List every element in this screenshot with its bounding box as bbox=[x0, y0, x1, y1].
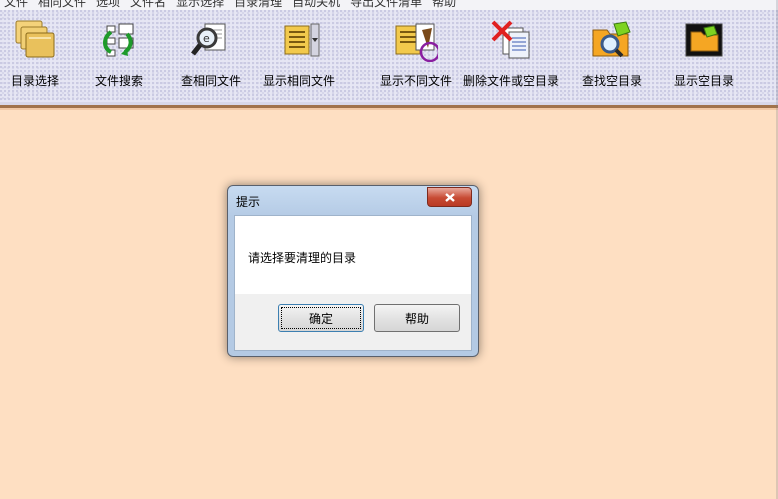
find-same-files-label: 查相同文件 bbox=[180, 74, 241, 88]
directory-select-button[interactable]: 目录选择 bbox=[8, 10, 62, 102]
menu-bar: 文件 相同文件 选项 文件名 显示选择 目录清理 自动关机 导出文件清单 帮助 bbox=[0, 0, 778, 10]
file-search-icon bbox=[103, 23, 134, 57]
svg-text:e: e bbox=[203, 32, 210, 45]
show-different-files-icon bbox=[395, 23, 438, 62]
menu-same-files[interactable]: 相同文件 bbox=[34, 0, 92, 10]
menu-auto-shutdown[interactable]: 自动关机 bbox=[288, 0, 346, 10]
file-search-label: 文件搜索 bbox=[94, 74, 143, 88]
toolbar: 目录选择 文件搜索 e 查相同文件 显示相同文件 显示不同文件 删除文件或空目录… bbox=[0, 10, 778, 102]
file-search-button[interactable]: 文件搜索 bbox=[92, 10, 146, 102]
find-empty-folder-button[interactable]: 查找空目录 bbox=[580, 10, 644, 102]
menu-help[interactable]: 帮助 bbox=[428, 0, 462, 10]
show-different-files-button[interactable]: 显示不同文件 bbox=[379, 10, 453, 102]
ok-button[interactable]: 确定 bbox=[278, 304, 364, 332]
dialog-close-button[interactable] bbox=[427, 187, 472, 207]
prompt-dialog: 提示 请选择要清理的目录 确定 帮助 bbox=[227, 185, 479, 357]
dialog-message-area: 请选择要清理的目录 bbox=[235, 216, 471, 294]
help-button-label: 帮助 bbox=[404, 311, 429, 326]
dialog-title: 提示 bbox=[236, 195, 261, 209]
dialog-body: 请选择要清理的目录 确定 帮助 bbox=[234, 215, 472, 351]
menu-options[interactable]: 选项 bbox=[92, 0, 126, 10]
show-same-files-button[interactable]: 显示相同文件 bbox=[262, 10, 336, 102]
show-empty-folder-button[interactable]: 显示空目录 bbox=[672, 10, 736, 102]
find-same-files-button[interactable]: e 查相同文件 bbox=[176, 10, 246, 102]
show-same-files-icon bbox=[284, 23, 320, 57]
menu-display-select[interactable]: 显示选择 bbox=[172, 0, 230, 10]
show-different-files-label: 显示不同文件 bbox=[379, 74, 452, 88]
directory-select-label: 目录选择 bbox=[10, 74, 59, 88]
delete-files-label: 删除文件或空目录 bbox=[463, 74, 560, 88]
help-button[interactable]: 帮助 bbox=[374, 304, 460, 332]
find-empty-folder-label: 查找空目录 bbox=[581, 74, 642, 88]
find-empty-folder-icon bbox=[592, 21, 631, 58]
delete-files-icon bbox=[491, 20, 530, 59]
menu-export-list[interactable]: 导出文件清单 bbox=[346, 0, 428, 10]
menu-dir-cleanup[interactable]: 目录清理 bbox=[230, 0, 288, 10]
delete-files-button[interactable]: 删除文件或空目录 bbox=[463, 10, 559, 102]
folder-stack-icon bbox=[15, 20, 55, 58]
menu-filename[interactable]: 文件名 bbox=[126, 0, 172, 10]
menu-file[interactable]: 文件 bbox=[0, 0, 34, 10]
dialog-message: 请选择要清理的目录 bbox=[248, 251, 357, 265]
focus-rect bbox=[281, 307, 361, 329]
show-same-files-label: 显示相同文件 bbox=[262, 74, 335, 88]
close-icon bbox=[444, 192, 455, 202]
show-empty-folder-label: 显示空目录 bbox=[673, 74, 734, 88]
magnifier-document-icon: e bbox=[191, 23, 226, 56]
show-empty-folder-icon bbox=[685, 23, 723, 57]
